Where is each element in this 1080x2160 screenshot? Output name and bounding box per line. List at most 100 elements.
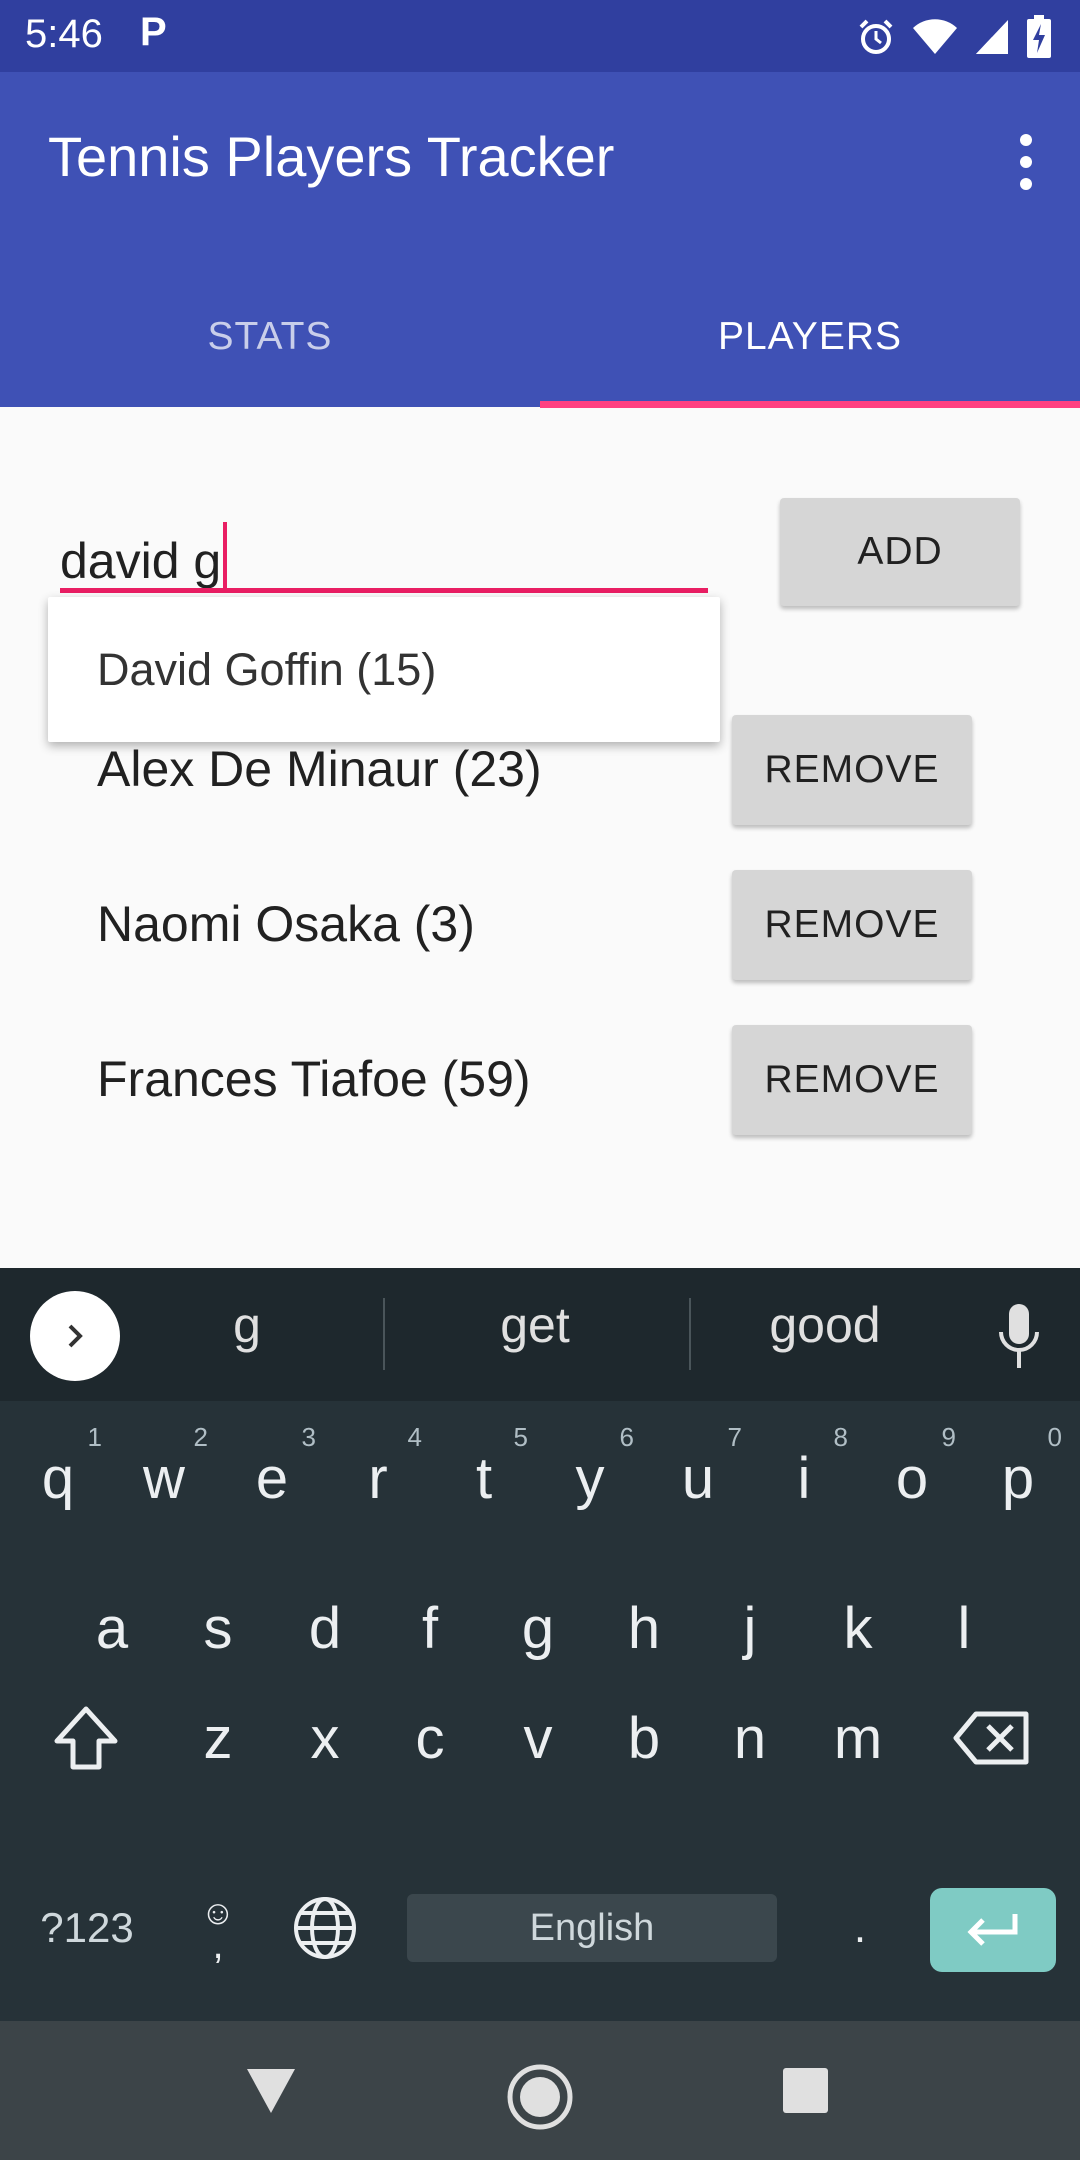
microphone-icon[interactable] — [996, 1302, 1042, 1372]
tab-indicator — [540, 401, 1080, 408]
key-hint: 2 — [193, 1422, 208, 1452]
player-search-input[interactable]: david g — [60, 500, 708, 595]
key-k[interactable]: k — [808, 1568, 908, 1688]
remove-button[interactable]: REMOVE — [732, 715, 972, 825]
comma-label: , — [212, 1923, 224, 1967]
back-icon[interactable] — [245, 2067, 297, 2115]
key-c[interactable]: c — [380, 1678, 480, 1798]
key-x[interactable]: x — [275, 1678, 375, 1798]
app-title: Tennis Players Tracker — [48, 125, 615, 188]
enter-key[interactable] — [930, 1888, 1056, 1972]
key-j[interactable]: j — [700, 1568, 800, 1688]
key-p[interactable]: p0 — [968, 1418, 1068, 1538]
autocomplete-dropdown: David Goffin (15) — [48, 597, 720, 742]
list-item: Frances Tiafoe (59) REMOVE — [0, 1025, 1080, 1145]
key-v[interactable]: v — [488, 1678, 588, 1798]
remove-button[interactable]: REMOVE — [732, 1025, 972, 1135]
home-icon[interactable] — [506, 2063, 574, 2131]
player-search-value: david g — [60, 533, 222, 589]
key-b[interactable]: b — [594, 1678, 694, 1798]
app-bar: Tennis Players Tracker STATS PLAYERS — [0, 72, 1080, 408]
emoji-comma-key[interactable]: ☺ , — [168, 1868, 268, 1988]
player-name: Naomi Osaka (3) — [97, 896, 475, 952]
key-n[interactable]: n — [700, 1678, 800, 1798]
key-e[interactable]: e3 — [222, 1418, 322, 1538]
shift-icon — [54, 1706, 118, 1770]
parking-notification-icon: P — [140, 10, 167, 54]
key-label: e — [255, 1445, 289, 1511]
add-button[interactable]: ADD — [780, 498, 1020, 606]
input-underline — [60, 588, 708, 593]
key-a[interactable]: a — [62, 1568, 162, 1688]
key-r[interactable]: r4 — [328, 1418, 428, 1538]
key-label: q — [41, 1445, 75, 1511]
key-label: y — [575, 1445, 605, 1511]
key-hint: 5 — [513, 1422, 528, 1452]
key-hint: 8 — [833, 1422, 848, 1452]
key-hint: 3 — [301, 1422, 316, 1452]
key-hint: 4 — [407, 1422, 422, 1452]
remove-button[interactable]: REMOVE — [732, 870, 972, 980]
soft-keyboard: g get good q1w2e3r4t5y6u7i8o9p0 asdfghjk… — [0, 1268, 1080, 2021]
signal-icon — [976, 20, 1008, 54]
key-u[interactable]: u7 — [648, 1418, 748, 1538]
autocomplete-suggestion[interactable]: David Goffin (15) — [97, 644, 436, 696]
status-bar: 5:46 P — [0, 0, 1080, 72]
key-hint: 6 — [619, 1422, 634, 1452]
key-label: u — [681, 1445, 715, 1511]
key-y[interactable]: y6 — [540, 1418, 640, 1538]
space-key[interactable]: English — [407, 1894, 777, 1962]
key-i[interactable]: i8 — [754, 1418, 854, 1538]
enter-icon — [967, 1914, 1018, 1946]
status-time: 5:46 — [25, 12, 103, 56]
status-icons — [856, 12, 1052, 62]
key-label: i — [797, 1445, 811, 1511]
globe-icon — [294, 1897, 356, 1959]
text-caret — [223, 522, 228, 592]
key-s[interactable]: s — [168, 1568, 268, 1688]
shift-key[interactable] — [36, 1678, 136, 1798]
language-key[interactable] — [275, 1868, 375, 1988]
recent-apps-icon[interactable] — [783, 2068, 828, 2113]
suggestion-2[interactable]: get — [390, 1296, 680, 1354]
backspace-key[interactable] — [940, 1678, 1044, 1798]
key-z[interactable]: z — [168, 1678, 268, 1798]
key-l[interactable]: l — [914, 1568, 1014, 1688]
key-m[interactable]: m — [808, 1678, 908, 1798]
key-t[interactable]: t5 — [434, 1418, 534, 1538]
key-hint: 1 — [87, 1422, 102, 1452]
symbols-key[interactable]: ?123 — [22, 1894, 152, 1962]
suggestion-3[interactable]: good — [680, 1296, 970, 1354]
player-name: Alex De Minaur (23) — [97, 741, 542, 797]
battery-charging-icon — [1027, 15, 1051, 58]
suggestion-divider — [383, 1298, 385, 1370]
tab-players[interactable]: PLAYERS — [540, 272, 1080, 402]
key-g[interactable]: g — [488, 1568, 588, 1688]
period-key[interactable]: . — [810, 1868, 910, 1988]
chevron-right-icon — [68, 1324, 83, 1348]
key-q[interactable]: q1 — [8, 1418, 108, 1538]
key-o[interactable]: o9 — [862, 1418, 962, 1538]
list-item: Naomi Osaka (3) REMOVE — [0, 870, 1080, 990]
key-hint: 7 — [727, 1422, 742, 1452]
key-w[interactable]: w2 — [114, 1418, 214, 1538]
key-label: o — [895, 1445, 929, 1511]
navigation-bar — [0, 2021, 1080, 2160]
tab-stats[interactable]: STATS — [0, 272, 540, 402]
key-label: t — [475, 1445, 493, 1511]
player-name: Frances Tiafoe (59) — [97, 1051, 531, 1107]
key-hint: 9 — [941, 1422, 956, 1452]
overflow-menu-icon[interactable] — [1002, 122, 1050, 202]
alarm-icon — [859, 19, 893, 54]
key-label: p — [1001, 1445, 1035, 1511]
key-f[interactable]: f — [380, 1568, 480, 1688]
backspace-icon — [953, 1711, 1029, 1765]
wifi-icon — [913, 19, 957, 54]
suggestion-bar: g get good — [0, 1268, 1080, 1401]
key-label: w — [143, 1445, 185, 1511]
key-label: r — [368, 1445, 388, 1511]
key-h[interactable]: h — [594, 1568, 694, 1688]
suggestion-1[interactable]: g — [102, 1296, 392, 1354]
key-d[interactable]: d — [275, 1568, 375, 1688]
key-hint: 0 — [1047, 1422, 1062, 1452]
